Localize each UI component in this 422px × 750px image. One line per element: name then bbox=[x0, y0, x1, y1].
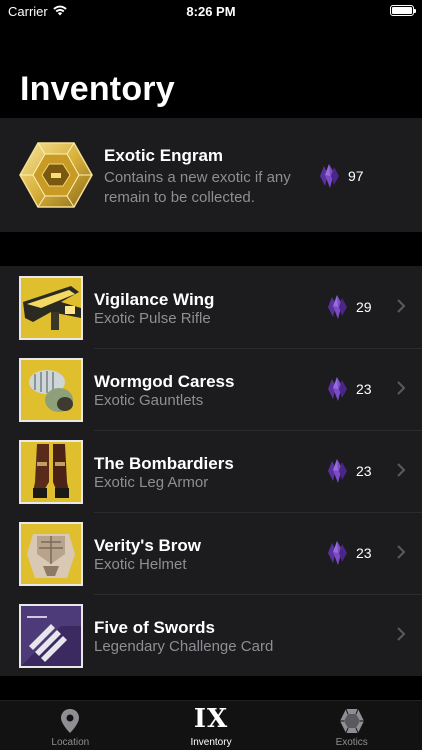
list-item[interactable]: Verity's Brow Exotic Helmet 23 bbox=[0, 512, 422, 594]
tab-location[interactable]: Location bbox=[0, 701, 141, 750]
tab-inventory[interactable]: IX Inventory bbox=[141, 701, 282, 750]
legendary-shard-icon bbox=[320, 164, 339, 188]
engram-title: Exotic Engram bbox=[104, 146, 224, 165]
engram-description: Contains a new exotic if any remain to b… bbox=[104, 169, 291, 206]
status-bar: Carrier 8:26 PM bbox=[0, 0, 422, 24]
legendary-shard-icon bbox=[328, 377, 347, 401]
item-name: Five of Swords bbox=[94, 618, 215, 637]
item-cost: 29 bbox=[326, 295, 372, 319]
exotic-item-list: Vigilance Wing Exotic Pulse Rifle 29 Wor… bbox=[0, 266, 422, 676]
tab-label: Location bbox=[51, 737, 90, 748]
item-type: Exotic Leg Armor bbox=[94, 474, 209, 491]
exotic-engram-icon bbox=[19, 142, 93, 208]
item-cost: 23 bbox=[326, 459, 372, 483]
exotic-engram-icon bbox=[339, 708, 364, 734]
item-name: Vigilance Wing bbox=[94, 290, 215, 309]
item-type: Exotic Pulse Rifle bbox=[94, 310, 211, 327]
chevron-right-icon bbox=[397, 463, 406, 477]
leg-armor-thumb bbox=[19, 440, 83, 504]
legendary-shard-icon bbox=[328, 541, 347, 565]
list-item[interactable]: Five of Swords Legendary Challenge Card bbox=[0, 594, 422, 676]
item-name: Verity's Brow bbox=[94, 536, 202, 555]
item-cost-count: 23 bbox=[356, 545, 372, 561]
battery-icon bbox=[390, 5, 416, 16]
item-cost: 23 bbox=[326, 377, 372, 401]
chevron-right-icon bbox=[397, 381, 406, 395]
list-item[interactable]: Wormgod Caress Exotic Gauntlets 23 bbox=[0, 348, 422, 430]
list-item[interactable]: The Bombardiers Exotic Leg Armor 23 bbox=[0, 430, 422, 512]
item-type: Exotic Helmet bbox=[94, 556, 187, 573]
item-cost-count: 23 bbox=[356, 463, 372, 479]
chevron-right-icon bbox=[397, 545, 406, 559]
tab-label: Inventory bbox=[190, 737, 232, 748]
legendary-shard-icon bbox=[328, 459, 347, 483]
clock: 8:26 PM bbox=[186, 4, 236, 19]
item-type: Exotic Gauntlets bbox=[94, 392, 204, 409]
tab-exotics[interactable]: Exotics bbox=[281, 701, 422, 750]
tab-bar: Location IX Inventory Exotics bbox=[0, 700, 422, 750]
engram-cost-count: 97 bbox=[348, 168, 364, 184]
roman-ix-icon: IX bbox=[193, 704, 229, 734]
challenge-card-thumb bbox=[19, 604, 83, 668]
chevron-right-icon bbox=[397, 627, 406, 641]
tab-label: Exotics bbox=[335, 737, 368, 748]
chevron-right-icon bbox=[397, 299, 406, 313]
gauntlets-thumb bbox=[19, 358, 83, 422]
engram-cost: 97 bbox=[318, 164, 364, 188]
item-name: Wormgod Caress bbox=[94, 372, 235, 391]
item-cost-count: 23 bbox=[356, 381, 372, 397]
exotic-engram-card[interactable]: Exotic Engram Contains a new exotic if a… bbox=[0, 118, 422, 232]
legendary-shard-icon bbox=[328, 295, 347, 319]
list-item[interactable]: Vigilance Wing Exotic Pulse Rifle 29 bbox=[0, 266, 422, 348]
page-title: Inventory bbox=[20, 70, 175, 108]
item-cost: 23 bbox=[326, 541, 372, 565]
pulse-rifle-thumb bbox=[19, 276, 83, 340]
helmet-thumb bbox=[19, 522, 83, 586]
location-pin-icon bbox=[61, 709, 80, 733]
item-type: Legendary Challenge Card bbox=[94, 638, 274, 655]
item-cost-count: 29 bbox=[356, 299, 372, 315]
item-name: The Bombardiers bbox=[94, 454, 234, 473]
